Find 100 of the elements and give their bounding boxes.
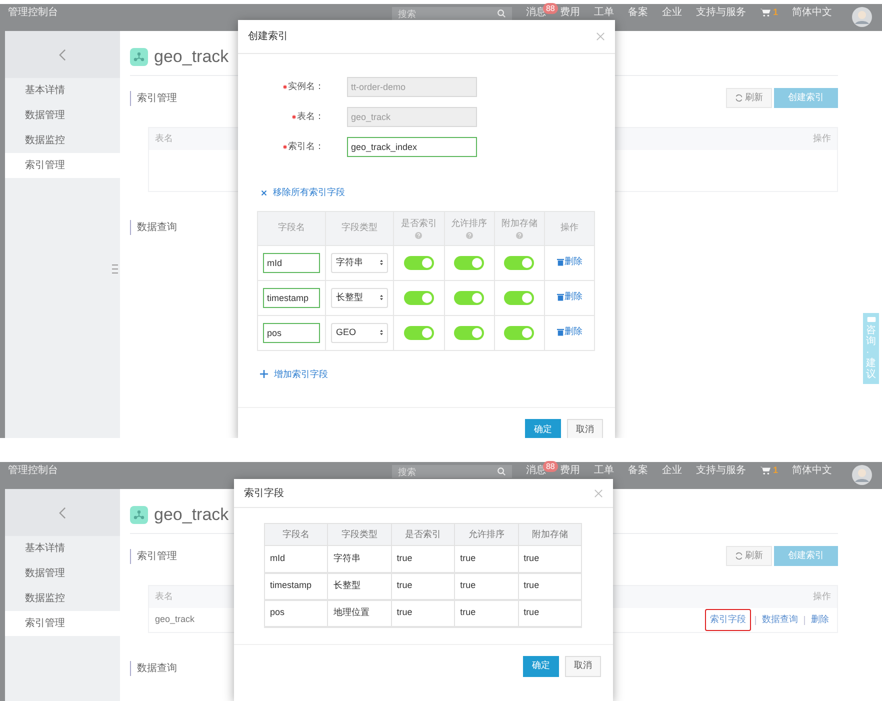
language-link[interactable]: 简体中文 <box>792 465 832 476</box>
search-box[interactable]: 搜索 <box>392 7 512 20</box>
table-cell: pos <box>270 607 285 618</box>
create-index-button[interactable]: 创建索引 <box>774 88 838 108</box>
close-icon[interactable] <box>596 32 605 41</box>
column-header: 操作 <box>560 221 579 234</box>
cart-icon[interactable] <box>760 466 771 475</box>
action-link[interactable]: 数据查询 <box>760 612 800 628</box>
column-header: 字段类型 <box>342 221 378 234</box>
search-box[interactable]: 搜索 <box>392 465 512 478</box>
cancel-button[interactable]: 取消 <box>565 656 601 676</box>
toggle-switch[interactable] <box>454 326 484 340</box>
page-title: geo_track <box>154 46 229 68</box>
refresh-button[interactable]: 刷新 <box>726 88 772 108</box>
back-icon[interactable] <box>59 48 66 60</box>
avatar[interactable] <box>852 465 872 485</box>
toggle-switch[interactable] <box>504 326 534 340</box>
nav-link[interactable]: 备案 <box>628 7 648 18</box>
sidebar-item[interactable]: 数据监控 <box>5 586 120 611</box>
dialog-title: 创建索引 <box>248 30 288 44</box>
notification-badge: 88 <box>542 3 558 14</box>
field-label: 索引名： <box>288 140 324 154</box>
column-header: 附加存储 <box>532 528 568 539</box>
confirm-button[interactable]: 确定 <box>523 656 559 676</box>
field-name-input[interactable]: pos <box>263 322 320 342</box>
toggle-switch[interactable] <box>404 290 434 304</box>
trash-icon <box>556 328 564 336</box>
table-cell: true <box>524 580 540 590</box>
help-icon[interactable] <box>466 232 473 240</box>
nav-link[interactable]: 支持与服务 <box>696 7 746 18</box>
type-select[interactable]: GEO <box>331 322 388 342</box>
type-select[interactable]: 字符串 <box>331 252 388 272</box>
close-icon[interactable] <box>261 190 267 196</box>
sort-arrows-icon <box>380 329 383 336</box>
sidebar-item[interactable]: 基本详情 <box>5 536 120 561</box>
nav-link[interactable]: 企业 <box>662 7 682 18</box>
sort-arrows-icon <box>380 259 383 266</box>
table-cell: 长整型 <box>333 580 360 590</box>
nav-link[interactable]: 备案 <box>628 465 648 476</box>
sidebar-item[interactable]: 数据管理 <box>5 561 120 586</box>
back-icon[interactable] <box>59 506 66 518</box>
nav-link[interactable]: 费用 <box>560 465 580 476</box>
nav-link[interactable]: 工单 <box>594 7 614 18</box>
confirm-button[interactable]: 确定 <box>525 419 561 438</box>
console-title[interactable]: 管理控制台 <box>8 7 58 18</box>
toggle-switch[interactable] <box>404 256 434 270</box>
add-field-link[interactable]: 增加索引字段 <box>274 368 328 381</box>
column-header: 字段名 <box>278 221 305 234</box>
cart-count: 1 <box>772 465 778 476</box>
column-header: 字段类型 <box>342 528 378 539</box>
dialog-title: 索引字段 <box>244 486 284 500</box>
action-link[interactable]: 删除 <box>809 612 831 628</box>
remove-all-link[interactable]: 移除所有索引字段 <box>273 186 345 200</box>
toggle-switch[interactable] <box>504 256 534 270</box>
table-icon <box>130 506 148 524</box>
console-title[interactable]: 管理控制台 <box>8 465 58 476</box>
column-header: 允许排序 <box>451 216 488 230</box>
action-link[interactable]: 索引字段 <box>705 609 751 631</box>
field-name-input[interactable]: timestamp <box>263 288 320 308</box>
sidebar-item[interactable]: 数据管理 <box>5 103 120 128</box>
avatar[interactable] <box>852 7 872 27</box>
sidebar-item[interactable]: 索引管理 <box>5 153 120 178</box>
toggle-switch[interactable] <box>404 326 434 340</box>
sidebar-item[interactable]: 数据监控 <box>5 128 120 153</box>
page-title: geo_track <box>154 504 229 526</box>
sidebar-item[interactable]: 索引管理 <box>5 611 120 636</box>
plus-icon[interactable] <box>260 370 268 378</box>
close-icon[interactable] <box>594 488 603 498</box>
refresh-button[interactable]: 刷新 <box>726 546 772 566</box>
toggle-switch[interactable] <box>504 290 534 304</box>
message-icon <box>866 317 876 322</box>
column-header: 字段名 <box>282 528 310 539</box>
field-name-input[interactable]: mId <box>263 252 320 272</box>
type-select[interactable]: 长整型 <box>331 288 388 308</box>
column-header: 操作 <box>813 132 831 146</box>
toggle-switch[interactable] <box>454 256 484 270</box>
sort-arrows-icon <box>380 294 383 301</box>
help-icon[interactable] <box>415 232 422 240</box>
search-icon[interactable] <box>496 9 506 18</box>
search-icon[interactable] <box>496 467 506 476</box>
notification-badge: 88 <box>542 461 558 472</box>
table-cell: 字符串 <box>333 553 360 563</box>
toggle-switch[interactable] <box>454 290 484 304</box>
table-cell: true <box>524 553 540 563</box>
sidebar-item[interactable]: 基本详情 <box>5 78 120 103</box>
cancel-button[interactable]: 取消 <box>567 419 603 438</box>
nav-link[interactable]: 企业 <box>662 465 682 476</box>
nav-link[interactable]: 费用 <box>560 7 580 18</box>
create-index-button[interactable]: 创建索引 <box>774 546 838 566</box>
refresh-icon <box>735 94 743 102</box>
table-cell: true <box>396 607 412 618</box>
cart-icon[interactable] <box>760 8 771 17</box>
help-icon[interactable] <box>516 232 523 240</box>
section-heading: 索引管理 <box>130 90 177 106</box>
nav-link[interactable]: 工单 <box>594 465 614 476</box>
table-cell: true <box>524 607 540 618</box>
nav-link[interactable]: 支持与服务 <box>696 465 746 476</box>
language-link[interactable]: 简体中文 <box>792 7 832 18</box>
text-field[interactable]: geo_track_index <box>347 137 477 157</box>
drag-handle-icon[interactable] <box>112 264 118 274</box>
